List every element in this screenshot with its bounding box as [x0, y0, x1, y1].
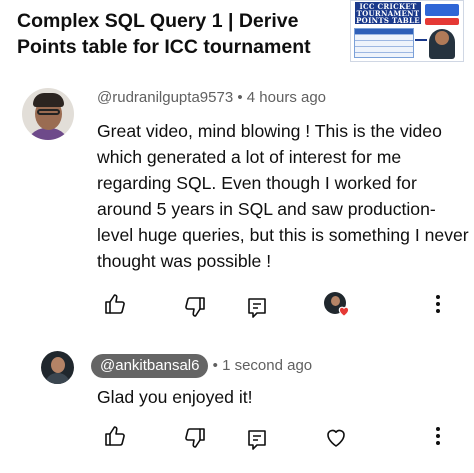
more-vert-icon[interactable]	[426, 424, 450, 448]
reply-timestamp: 1 second ago	[222, 357, 313, 374]
video-thumbnail[interactable]: ICC CRICKET TOURNAMENT POINTS TABLE	[350, 0, 464, 62]
thumb-up-icon[interactable]	[103, 424, 127, 448]
thumbnail-table	[354, 28, 414, 58]
thumb-down-icon[interactable]	[183, 295, 207, 319]
thumbnail-badge	[425, 4, 459, 16]
thumbnail-subscribe-badge	[425, 18, 459, 25]
video-title[interactable]: Complex SQL Query 1 | Derive Points tabl…	[17, 8, 337, 60]
thumb-down-icon[interactable]	[183, 426, 207, 450]
more-vert-icon[interactable]	[426, 292, 450, 316]
reply-icon[interactable]	[245, 296, 269, 320]
heart-outline-icon[interactable]	[324, 426, 348, 450]
video-header: Complex SQL Query 1 | Derive Points tabl…	[0, 0, 474, 72]
reply-meta: @ankitbansal6 • 1 second ago	[91, 354, 312, 378]
meta-separator: •	[212, 357, 218, 374]
creator-heart-badge[interactable]	[324, 292, 350, 318]
comment-author-handle[interactable]: @rudranilgupta9573	[97, 89, 233, 106]
comment-meta: @rudranilgupta9573 • 4 hours ago	[97, 89, 326, 106]
comment-author-avatar[interactable]	[22, 88, 74, 140]
thumbnail-arrow	[415, 39, 427, 41]
heart-icon	[338, 306, 350, 317]
thumbnail-banner: ICC CRICKET TOURNAMENT POINTS TABLE	[355, 2, 421, 25]
comment-text: Great video, mind blowing ! This is the …	[97, 121, 469, 271]
reply-icon[interactable]	[245, 428, 269, 452]
thumbnail-presenter-face	[435, 31, 449, 45]
comment-timestamp: 4 hours ago	[246, 89, 327, 106]
thumb-up-icon[interactable]	[103, 292, 127, 316]
reply-author-avatar[interactable]	[41, 351, 74, 384]
reply-text: Glad you enjoyed it!	[97, 387, 253, 407]
reply-author-handle[interactable]: @ankitbansal6	[91, 354, 209, 378]
meta-separator: •	[237, 89, 243, 106]
